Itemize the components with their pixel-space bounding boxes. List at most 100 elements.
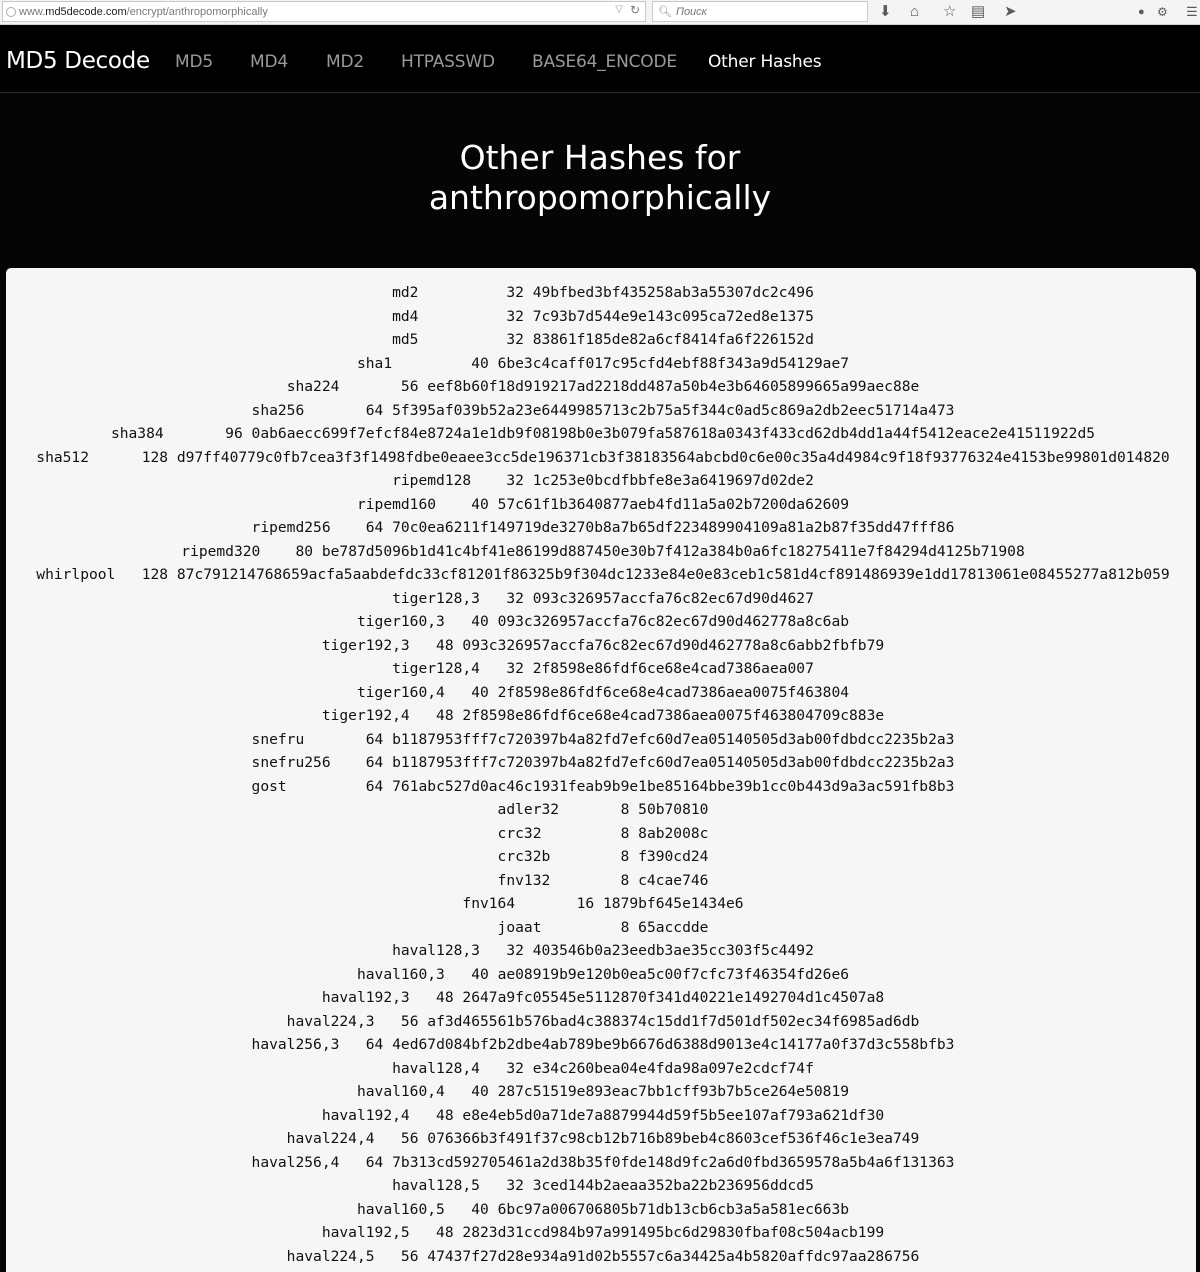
hash-value[interactable]: 87c791214768659acfa5aabdefdc33cf81201f86… (177, 566, 1170, 583)
hash-algorithm: md2 (392, 284, 419, 301)
hash-value[interactable]: 1c253e0bcdfbbfe8e3a6419697d02de2 (533, 472, 814, 489)
hash-value[interactable]: 0ab6aecc699f7efcf84e8724a1e1db9f08198b0e… (252, 425, 1095, 442)
hash-value[interactable]: 2f8598e86fdf6ce68e4cad7386aea007 (533, 660, 814, 677)
hash-row: ripemd320 80 be787d5096b1d41c4bf41e86199… (6, 540, 1196, 564)
hash-value[interactable]: d97ff40779c0fb7cea3f3f1498fdbe0eaee3cc5d… (177, 449, 1170, 466)
hash-value[interactable]: 6be3c4caff017c95cfd4ebf88f343a9d54129ae7 (498, 355, 849, 372)
nav-link-md5[interactable]: MD5 (175, 52, 213, 72)
addon-icon[interactable]: ● (1138, 2, 1145, 22)
hash-row: sha1 40 6be3c4caff017c95cfd4ebf88f343a9d… (6, 352, 1196, 376)
send-icon[interactable]: ➤ (1004, 2, 1017, 22)
hash-length: 64 (356, 777, 384, 795)
hash-length: 32 (497, 589, 524, 607)
hash-row: haval128,3 32 403546b0a23eedb3ae35cc303f… (6, 939, 1196, 963)
hash-value[interactable]: eef8b60f18d919217ad2218dd487a50b4e3b6460… (427, 378, 919, 395)
hash-algorithm: whirlpool (36, 566, 116, 583)
hash-value[interactable]: 8ab2008c (638, 825, 708, 842)
bookmark-star-icon[interactable]: ☆ (943, 2, 956, 22)
hash-value[interactable]: b1187953fff7c720397b4a82fd7efc60d7ea0514… (392, 731, 954, 748)
gear-icon[interactable]: ⚙ (1157, 2, 1168, 22)
hash-length: 32 (497, 660, 524, 677)
nav-link-md2[interactable]: MD2 (326, 52, 364, 72)
hash-value[interactable]: 3ced144b2aeaa352ba22b236956ddcd5 (533, 1177, 814, 1194)
hash-value[interactable]: 761abc527d0ac46c1931feab9b9e1be85164bbe3… (392, 778, 954, 795)
hash-algorithm: haval192,3 (321, 989, 410, 1006)
hash-value[interactable]: ae08919b9e120b0ea5c00f7cfc73f46354fd26e6 (498, 966, 849, 983)
hash-algorithm: joaat (497, 918, 542, 936)
hash-row: sha384 96 0ab6aecc699f7efcf84e8724a1e1db… (6, 422, 1196, 446)
hash-row: haval160,5 40 6bc97a006706805b71db13cb6c… (6, 1198, 1196, 1222)
hash-value[interactable]: 403546b0a23eedb3ae35cc303f5c4492 (533, 942, 814, 959)
home-icon[interactable]: ⌂ (910, 2, 919, 22)
reload-icon[interactable]: ↻ (630, 3, 640, 17)
hash-value[interactable]: 4ed67d084bf2b2dbe4ab789be9b6676d6388d901… (392, 1036, 954, 1053)
hash-algorithm: tiger160,3 (356, 613, 445, 630)
browser-search-box[interactable]: 🔍︎ (652, 1, 868, 22)
hash-value[interactable]: e34c260bea04e4fda98a097e2cdcf74f (533, 1060, 814, 1077)
hash-algorithm: md5 (392, 331, 419, 348)
hash-row: fnv132 8 c4cae746 (6, 869, 1196, 893)
hash-value[interactable]: 70c0ea6211f149719de3270b8a7b65df22348990… (392, 519, 954, 536)
hash-value[interactable]: 47437f27d28e934a91d02b5557c6a34425a4b582… (427, 1248, 919, 1265)
hash-value[interactable]: 2823d31ccd984b97a991495bc6d29830fbaf08c5… (462, 1224, 884, 1241)
hash-value[interactable]: 7b313cd592705461a2d38b35f0fde148d9fc2a6d… (392, 1154, 954, 1171)
hash-algorithm: tiger160,4 (356, 683, 445, 701)
hash-value[interactable]: be787d5096b1d41c4bf41e86199d887450e30b7f… (322, 543, 1025, 560)
hash-value[interactable]: 83861f185de82a6cf8414fa6f226152d (533, 331, 814, 348)
download-icon[interactable]: ⬇ (879, 2, 892, 22)
hash-value[interactable]: f390cd24 (638, 848, 708, 865)
hash-length: 128 (141, 448, 169, 466)
hash-row: haval224,3 56 af3d465561b576bad4c388374c… (6, 1010, 1196, 1034)
address-bar[interactable]: www.md5decode.com/encrypt/anthropomorphi… (2, 1, 646, 22)
url-text[interactable]: www.md5decode.com/encrypt/anthropomorphi… (3, 6, 268, 18)
hash-value[interactable]: 2647a9fc05545e5112870f341d40221e1492704d… (462, 989, 884, 1006)
hash-algorithm: haval160,5 (356, 1200, 445, 1218)
hash-value[interactable]: 2f8598e86fdf6ce68e4cad7386aea0075f463804… (462, 707, 884, 724)
hash-value[interactable]: b1187953fff7c720397b4a82fd7efc60d7ea0514… (392, 754, 954, 771)
brand-logo[interactable]: MD5 Decode (6, 48, 150, 74)
hash-row: gost 64 761abc527d0ac46c1931feab9b9e1be8… (6, 775, 1196, 799)
search-input[interactable] (675, 5, 866, 18)
hash-value[interactable]: 093c326957accfa76c82ec67d90d462778a8c6ab… (462, 637, 884, 654)
dropdown-arrow-icon[interactable]: ▽ (615, 4, 623, 15)
page-title: Other Hashes for anthropomorphically (0, 138, 1200, 218)
hash-value[interactable]: 50b70810 (638, 801, 708, 818)
nav-link-base64-encode[interactable]: BASE64_ENCODE (532, 52, 677, 72)
hash-value[interactable]: 49bfbed3bf435258ab3a55307dc2c496 (533, 284, 814, 301)
hash-length: 32 (497, 472, 524, 489)
browser-toolbar: www.md5decode.com/encrypt/anthropomorphi… (0, 0, 1200, 25)
hash-length: 40 (462, 495, 489, 513)
hash-value[interactable]: 1879bf645e1434e6 (603, 895, 744, 912)
hash-value[interactable]: 57c61f1b3640877aeb4fd11a5a02b7200da62609 (498, 496, 849, 513)
hash-length: 8 (602, 848, 630, 865)
hash-value[interactable]: 076366b3f491f37c98cb12b716b89beb4c8603ce… (427, 1130, 919, 1147)
nav-link-other-hashes[interactable]: Other Hashes (708, 52, 822, 72)
hash-length: 56 (392, 1247, 419, 1265)
hash-length: 64 (356, 1153, 384, 1171)
hash-value[interactable]: 287c51519e893eac7bb1cff93b7b5ce264e50819 (498, 1083, 849, 1100)
hash-row: haval160,3 40 ae08919b9e120b0ea5c00f7cfc… (6, 963, 1196, 987)
hash-length: 40 (462, 1200, 489, 1218)
hash-value[interactable]: e8e4eb5d0a71de7a8879944d59f5b5ee107af793… (462, 1107, 884, 1124)
hash-value[interactable]: 2f8598e86fdf6ce68e4cad7386aea0075f463804 (498, 684, 849, 701)
hash-value[interactable]: 7c93b7d544e9e143c095ca72ed8e1375 (533, 308, 814, 325)
hash-value[interactable]: c4cae746 (638, 872, 708, 889)
hash-length: 40 (462, 965, 489, 983)
nav-link-htpasswd[interactable]: HTPASSWD (401, 52, 495, 72)
hash-length: 16 (567, 895, 595, 912)
reading-list-icon[interactable]: ▤ (971, 2, 985, 22)
menu-icon[interactable]: ☰ (1186, 2, 1198, 22)
hash-value[interactable]: 093c326957accfa76c82ec67d90d462778a8c6ab (498, 613, 849, 630)
hash-row: haval224,5 56 47437f27d28e934a91d02b5557… (6, 1245, 1196, 1269)
nav-link-md4[interactable]: MD4 (250, 52, 288, 72)
hash-value[interactable]: 65accdde (638, 919, 708, 936)
hash-value[interactable]: 6bc97a006706805b71db13cb6cb3a5a581ec663b (498, 1201, 849, 1218)
hash-row: haval160,4 40 287c51519e893eac7bb1cff93b… (6, 1080, 1196, 1104)
hash-row: tiger160,3 40 093c326957accfa76c82ec67d9… (6, 610, 1196, 634)
hash-length: 32 (497, 1059, 524, 1077)
hash-row: haval192,3 48 2647a9fc05545e5112870f341d… (6, 986, 1196, 1010)
hash-value[interactable]: 5f395af039b52a23e6449985713c2b75a5f344c0… (392, 402, 954, 419)
hash-value[interactable]: af3d465561b576bad4c388374c15dd1f7d501df5… (427, 1013, 919, 1030)
hash-row: crc32b 8 f390cd24 (6, 845, 1196, 869)
hash-value[interactable]: 093c326957accfa76c82ec67d90d4627 (533, 590, 814, 607)
